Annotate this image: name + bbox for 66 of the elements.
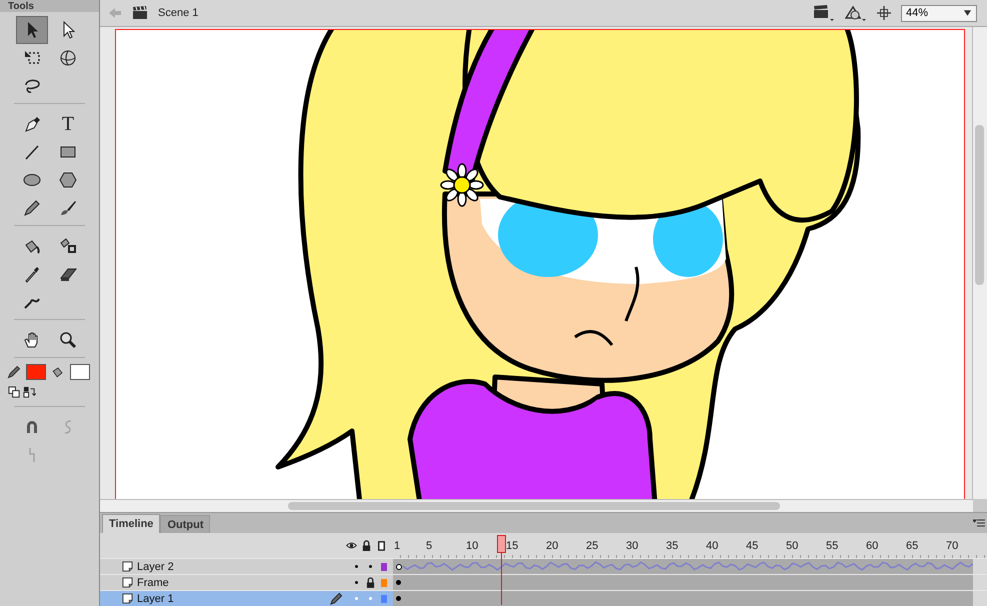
frame-number: 25 — [586, 540, 600, 552]
layer-icon — [122, 561, 133, 572]
shapes-dropdown-icon[interactable] — [845, 5, 867, 22]
caret-icon — [963, 10, 972, 16]
selection-tool-button[interactable] — [16, 16, 48, 44]
fill-color-swatch[interactable] — [70, 364, 90, 380]
visible-dot-icon[interactable] — [354, 565, 358, 568]
frame-number: 50 — [786, 540, 800, 552]
keyframe-dot-icon[interactable] — [396, 564, 402, 570]
keyframe-dot-icon[interactable] — [396, 580, 401, 585]
layer-color-square[interactable] — [381, 578, 387, 586]
brush-icon — [58, 198, 78, 218]
lock-icon[interactable] — [366, 577, 374, 588]
pencil-icon — [22, 198, 42, 218]
unlocked-dot-icon[interactable] — [368, 597, 372, 600]
frame-number: 45 — [746, 540, 760, 552]
horizontal-scrollbar-thumb[interactable] — [288, 502, 780, 510]
stroke-color-swatch[interactable] — [26, 364, 46, 380]
frame-number: 30 — [626, 540, 640, 552]
frame-number: 70 — [946, 540, 960, 552]
scene-label[interactable]: Scene 1 — [158, 7, 198, 20]
frame-number: 35 — [666, 540, 680, 552]
panel-tab[interactable]: Timeline — [102, 514, 160, 533]
pencil-icon — [6, 364, 22, 380]
outline-icon[interactable] — [376, 540, 387, 551]
unlocked-dot-icon[interactable] — [368, 565, 372, 568]
layer-name: Frame — [137, 576, 169, 588]
zoom-icon — [58, 330, 78, 350]
frame-number: 10 — [466, 540, 480, 552]
frame-number: 1 — [394, 540, 402, 552]
layer-name: Layer 1 — [137, 592, 174, 604]
layer-name: Layer 2 — [137, 560, 174, 572]
frame-number: 15 — [506, 540, 520, 552]
text-tool-button[interactable]: T — [52, 110, 84, 138]
rotation-icon — [58, 48, 78, 68]
lock-icon[interactable] — [361, 540, 372, 551]
layer-color-square[interactable] — [381, 562, 387, 570]
panel-title: Tools — [8, 0, 34, 12]
vertical-scrollbar-thumb[interactable] — [975, 125, 984, 286]
visible-dot-icon[interactable] — [354, 581, 358, 584]
panel-menu-icon[interactable] — [973, 519, 985, 527]
polystar-icon — [58, 170, 78, 190]
pen-icon — [22, 114, 42, 134]
panel-tab[interactable]: Output — [160, 515, 210, 533]
layer-row[interactable]: Layer 1 — [100, 590, 987, 606]
zoom-dropdown[interactable]: 44% — [901, 4, 977, 22]
clapperboard-dropdown-icon[interactable] — [813, 5, 835, 22]
crosshair-icon[interactable] — [877, 6, 891, 20]
frame-number: 40 — [706, 540, 720, 552]
layer-icon — [122, 593, 133, 604]
layer-icon — [122, 577, 133, 588]
layer-color-square[interactable] — [381, 594, 387, 602]
playhead[interactable] — [496, 535, 506, 605]
visible-dot-icon[interactable] — [354, 597, 358, 600]
frame-number: 20 — [546, 540, 560, 552]
default-colors-icon[interactable] — [8, 386, 21, 399]
layer-row[interactable]: Frame — [100, 574, 987, 590]
eye-icon[interactable] — [346, 540, 357, 551]
frame-number: 60 — [866, 540, 880, 552]
keyframe-dot-icon[interactable] — [396, 596, 401, 601]
frame-number: 5 — [426, 540, 434, 552]
layer-row[interactable]: Layer 2 — [100, 558, 987, 574]
clapperboard-icon — [132, 6, 148, 20]
swap-colors-icon[interactable] — [23, 386, 36, 399]
frame-number: 65 — [906, 540, 920, 552]
frame-number: 55 — [826, 540, 840, 552]
